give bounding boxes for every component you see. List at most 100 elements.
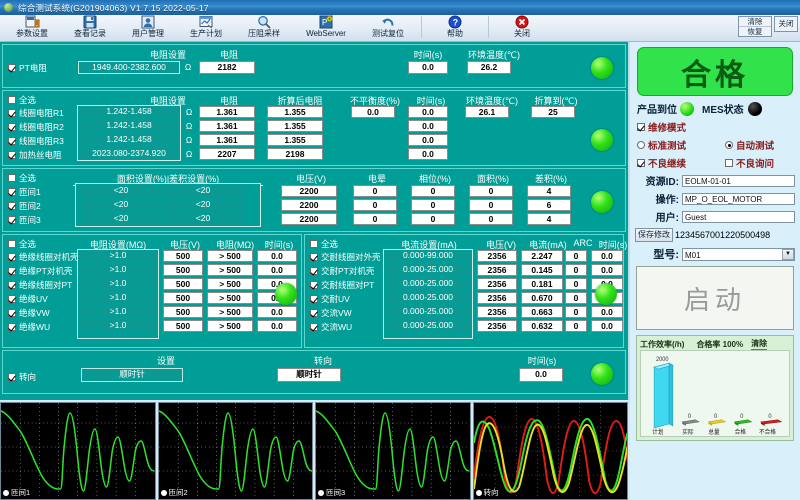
input-interturn-2-area[interactable]: <20 [81, 199, 161, 211]
resource-id-input[interactable]: EOLM-01-01 [682, 175, 795, 187]
input-coil-r3-setting[interactable]: 1.242-1.458 [79, 134, 179, 146]
user-input[interactable]: Guest [682, 211, 795, 223]
checkbox-insulation-2[interactable] [8, 281, 16, 289]
checkbox-interturn-2[interactable] [8, 202, 16, 210]
input-insulation-0-setting[interactable]: >1.0 [79, 250, 157, 262]
radio-auto-test[interactable] [725, 141, 733, 149]
checkbox-rotation[interactable] [8, 373, 16, 381]
checkbox-select-all-hipot[interactable] [310, 240, 318, 248]
checkbox-hipot-0[interactable] [310, 253, 318, 261]
row-label-insulation-coil-pt[interactable]: 绝缘线圈对PT [8, 279, 72, 291]
toolbar-button-parameters[interactable]: 参数设置 [3, 15, 61, 41]
row-label-insulation-pt-case[interactable]: 绝缘PT对机壳 [8, 265, 72, 277]
row-label-pt-resistance[interactable]: PT电阻 [8, 62, 47, 74]
option-maintenance-mode[interactable]: 维修模式 [637, 120, 725, 134]
row-label-heater-resistance[interactable]: 加热丝电阻 [8, 149, 62, 161]
row-label-hipot-coil-shell[interactable]: 交耐线圈对外壳 [310, 251, 381, 263]
toolbar-button-reset[interactable]: 测试复位 [359, 15, 417, 41]
row-label-coil-r3[interactable]: 线圈电阻R3 [8, 135, 64, 147]
input-interturn-3-area[interactable]: <20 [81, 213, 161, 225]
checkbox-coil-r2[interactable] [8, 123, 16, 131]
checkbox-select-all-interturn[interactable] [8, 174, 16, 182]
input-insulation-3-setting[interactable]: >1.0 [79, 292, 157, 304]
checkbox-hipot-1[interactable] [310, 267, 318, 275]
row-label-interturn-2[interactable]: 匝间2 [8, 200, 41, 212]
checkbox-insulation-0[interactable] [8, 253, 16, 261]
input-hipot-4-setting[interactable]: 0.000-25.000 [385, 306, 471, 318]
toolbar-button-close[interactable]: 关闭 [493, 15, 551, 41]
row-label-hipot-uv[interactable]: 交耐UV [310, 293, 350, 305]
row-label-hipot-coil-pt[interactable]: 交耐线圈对PT [310, 279, 374, 291]
row-label-coil-r1[interactable]: 线圈电阻R1 [8, 107, 64, 119]
clear-button[interactable]: 清除 [739, 17, 771, 27]
checkbox-hipot-2[interactable] [310, 281, 318, 289]
row-label-hipot-vw[interactable]: 交流VW [310, 307, 352, 319]
checkbox-hipot-5[interactable] [310, 323, 318, 331]
row-label-insulation-vw[interactable]: 绝缘VW [8, 307, 50, 319]
row-label-rotation[interactable]: 转向 [8, 371, 36, 383]
input-insulation-5-setting[interactable]: >1.0 [79, 320, 157, 332]
toolbar-button-user-management[interactable]: 用户管理 [119, 15, 177, 41]
input-coil-r1-setting[interactable]: 1.242-1.458 [79, 106, 179, 118]
row-label-interturn-1[interactable]: 匝间1 [8, 186, 41, 198]
input-insulation-1-setting[interactable]: >1.0 [79, 264, 157, 276]
checkbox-pt-resistance[interactable] [8, 64, 16, 72]
checkbox-hipot-3[interactable] [310, 295, 318, 303]
row-label-coil-r2[interactable]: 线圈电阻R2 [8, 121, 64, 133]
close-window-button[interactable]: 关闭 [774, 16, 798, 32]
checkbox-fail-prompt[interactable] [725, 159, 733, 167]
checkbox-coil-r1[interactable] [8, 109, 16, 117]
row-label-insulation-wu[interactable]: 绝缘WU [8, 321, 50, 333]
checkbox-heater-resistance[interactable] [8, 151, 16, 159]
clear-stats-button[interactable]: 清除 [751, 338, 767, 350]
toolbar-button-help[interactable]: ? 帮助 [426, 15, 484, 41]
checkbox-select-all-insulation[interactable] [8, 240, 16, 248]
select-all-hipot[interactable]: 全选 [310, 238, 338, 250]
row-label-hipot-pt-case[interactable]: 交耐PT对机壳 [310, 265, 374, 277]
toolbar-button-production-plan[interactable]: 生产计划 [177, 15, 235, 41]
input-rotation-setting[interactable]: 顺时针 [81, 368, 183, 382]
toolbar-button-sampling[interactable]: 压阻采样 [235, 15, 293, 41]
input-insulation-2-setting[interactable]: >1.0 [79, 278, 157, 290]
checkbox-insulation-3[interactable] [8, 295, 16, 303]
select-all-coil[interactable]: 全选 [8, 94, 36, 106]
input-hipot-3-setting[interactable]: 0.000-25.000 [385, 292, 471, 304]
input-interturn-2-diff[interactable]: <20 [163, 199, 243, 211]
input-coil-r2-setting[interactable]: 1.242-1.458 [79, 120, 179, 132]
select-all-interturn[interactable]: 全选 [8, 172, 36, 184]
restore-button[interactable]: 恢复 [739, 27, 771, 36]
row-label-insulation-uv[interactable]: 绝缘UV [8, 293, 48, 305]
chevron-down-icon[interactable]: ▼ [782, 249, 794, 260]
radio-standard-test[interactable] [637, 141, 645, 149]
input-hipot-1-setting[interactable]: 0.000-25.000 [385, 264, 471, 276]
row-label-interturn-3[interactable]: 匝间3 [8, 214, 41, 226]
input-interturn-3-diff[interactable]: <20 [163, 213, 243, 225]
row-label-hipot-wu[interactable]: 交流WU [310, 321, 352, 333]
checkbox-insulation-5[interactable] [8, 323, 16, 331]
input-heater-setting[interactable]: 2023.080-2374.920 [79, 148, 179, 160]
save-changes-button[interactable]: 保存修改 [635, 228, 673, 242]
checkbox-insulation-4[interactable] [8, 309, 16, 317]
scope-interturn-1[interactable]: 匝间1 [0, 402, 156, 500]
option-fail-continue[interactable]: 不良继续 [637, 156, 725, 170]
start-button[interactable]: 启动 [636, 266, 794, 330]
scope-interturn-3[interactable]: 匝间3 [315, 402, 471, 500]
checkbox-select-all-coil[interactable] [8, 96, 16, 104]
checkbox-interturn-3[interactable] [8, 216, 16, 224]
toolbar-button-webserver[interactable]: P WebServer [293, 15, 359, 41]
option-auto-test[interactable]: 自动测试 [725, 138, 774, 152]
checkbox-maintenance-mode[interactable] [637, 123, 645, 131]
input-insulation-4-setting[interactable]: >1.0 [79, 306, 157, 318]
scope-rotation-phases[interactable]: 转向 [473, 402, 629, 500]
input-interturn-1-area[interactable]: <20 [81, 185, 161, 197]
input-pt-resistance-setting[interactable]: 1949.400-2382.600 [78, 61, 180, 74]
scope-interturn-2[interactable]: 匝间2 [158, 402, 314, 500]
checkbox-hipot-4[interactable] [310, 309, 318, 317]
checkbox-insulation-1[interactable] [8, 267, 16, 275]
input-hipot-5-setting[interactable]: 0.000-25.000 [385, 320, 471, 332]
checkbox-interturn-1[interactable] [8, 188, 16, 196]
option-standard-test[interactable]: 标准测试 [637, 138, 725, 152]
input-interturn-1-diff[interactable]: <20 [163, 185, 243, 197]
checkbox-fail-continue[interactable] [637, 159, 645, 167]
checkbox-coil-r3[interactable] [8, 137, 16, 145]
